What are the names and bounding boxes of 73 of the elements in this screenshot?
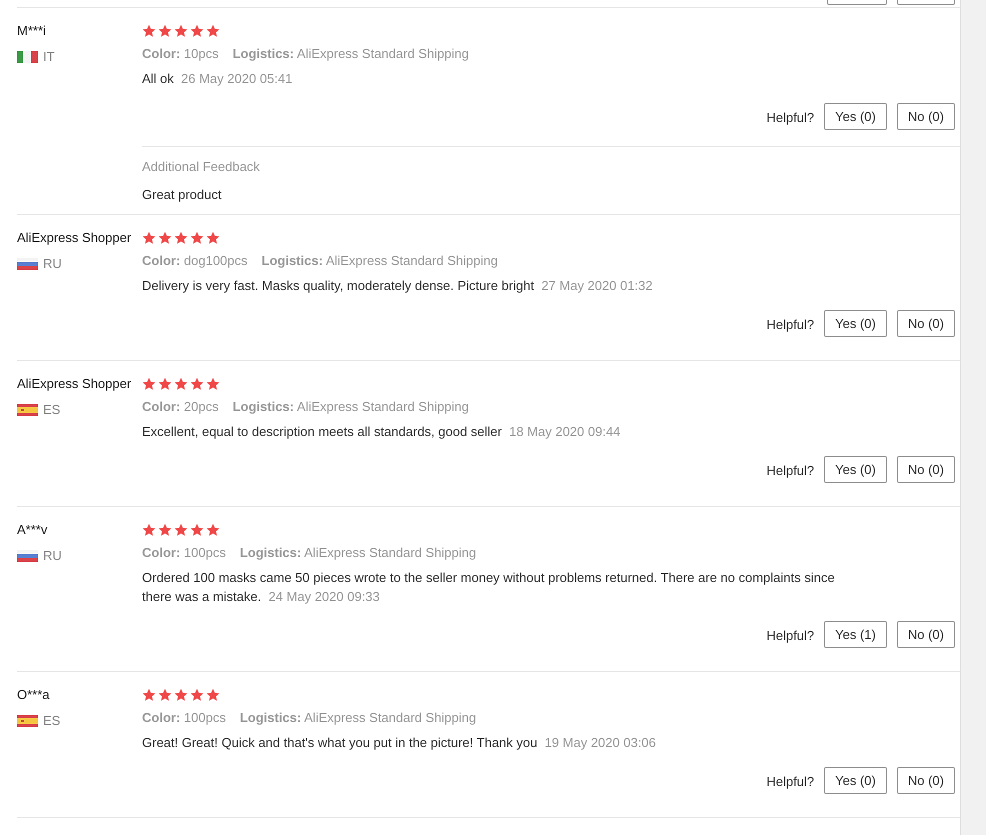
color-info: Color: 100pcs [142,544,226,562]
star-icon [190,688,204,702]
star-icon [206,523,220,537]
scrollbar[interactable] [960,0,986,835]
country-code: RU [43,255,62,273]
color-info: Color: 20pcs [142,398,219,416]
star-icon [158,377,172,391]
color-info: Color: 100pcs [142,709,226,727]
star-icon [190,24,204,38]
star-icon [190,231,204,245]
flag-icon [17,714,38,727]
color-info: Color: 10pcs [142,45,219,63]
review-text: All ok 26 May 2020 05:41 [142,70,294,88]
flag-icon [17,258,38,270]
color-info: Color: dog100pcs [142,252,248,270]
star-icon [142,24,156,38]
no-button[interactable]: No (0) [896,310,955,337]
helpful-label: Helpful? [766,773,814,792]
flag-icon [17,550,38,562]
star-icon [206,231,220,245]
no-button[interactable]: No (0) [896,621,955,648]
star-icon [174,688,188,702]
star-icon [174,377,188,391]
star-icon [190,523,204,537]
logistics-info: Logistics: AliExpress Standard Shipping [232,398,469,416]
reviewer-name: M***i [17,22,47,40]
country-code: RU [43,547,62,565]
helpful-label: Helpful? [766,109,814,128]
star-icon [158,688,172,702]
yes-button[interactable]: Yes (1) [824,621,887,648]
logistics-info: Logistics: AliExpress Standard Shipping [232,45,469,63]
no-button[interactable]: No (0) [896,103,955,130]
star-icon [174,231,188,245]
helpful-label: Helpful? [766,462,814,480]
star-icon [142,688,156,702]
no-button[interactable]: No (0) [896,767,955,794]
yes-button[interactable]: Yes (0) [824,456,887,483]
star-icon [174,523,188,537]
flag-icon [17,404,38,416]
star-icon [206,377,220,391]
logistics-info: Logistics: AliExpress Standard Shipping [240,544,476,562]
reviewer-name: A***v [17,521,48,539]
yes-button[interactable]: Yes (0) [824,310,887,337]
review-text: Delivery is very fast. Masks quality, moderately dense. Picture bright 27 May 2020 01:32 [142,277,654,295]
star-icon [206,688,220,702]
star-icon [206,24,220,38]
yes-button[interactable]: Yes (0) [824,767,887,794]
review-text: Ordered 100 masks came 50 pieces wrote to the seller money without problems returned. There are no complaints since there was a mistake. 24 May 2020 09:33 [142,569,836,606]
star-icon [158,231,172,245]
reviewer-name: O***a [17,686,51,704]
feedback-heading: Additional Feedback [142,158,261,176]
review-text: Great! Great! Quick and that's what you put in the picture! Thank you 19 May 2020 03:06 [142,734,657,752]
review-text: Excellent, equal to description meets all standards, good seller 18 May 2020 09:44 [142,423,622,441]
country-code: ES [43,712,60,730]
helpful-label: Helpful? [766,627,814,646]
star-icon [142,523,156,537]
star-icon [158,24,172,38]
star-icon [142,231,156,245]
review-text: Great product [142,186,222,204]
country-code: ES [43,401,60,419]
star-icon [158,523,172,537]
star-icon [174,24,188,38]
logistics-info: Logistics: AliExpress Standard Shipping [262,252,498,270]
no-button[interactable]: No (0) [896,456,955,483]
logistics-info: Logistics: AliExpress Standard Shipping [240,709,476,727]
reviewer-name: AliExpress Shopper [17,375,132,393]
country-code: IT [43,48,55,66]
star-icon [190,377,204,391]
helpful-label: Helpful? [766,316,814,334]
flag-icon [17,50,38,63]
reviewer-name: AliExpress Shopper [17,229,132,247]
star-icon [142,377,156,391]
yes-button[interactable]: Yes (0) [824,103,887,130]
